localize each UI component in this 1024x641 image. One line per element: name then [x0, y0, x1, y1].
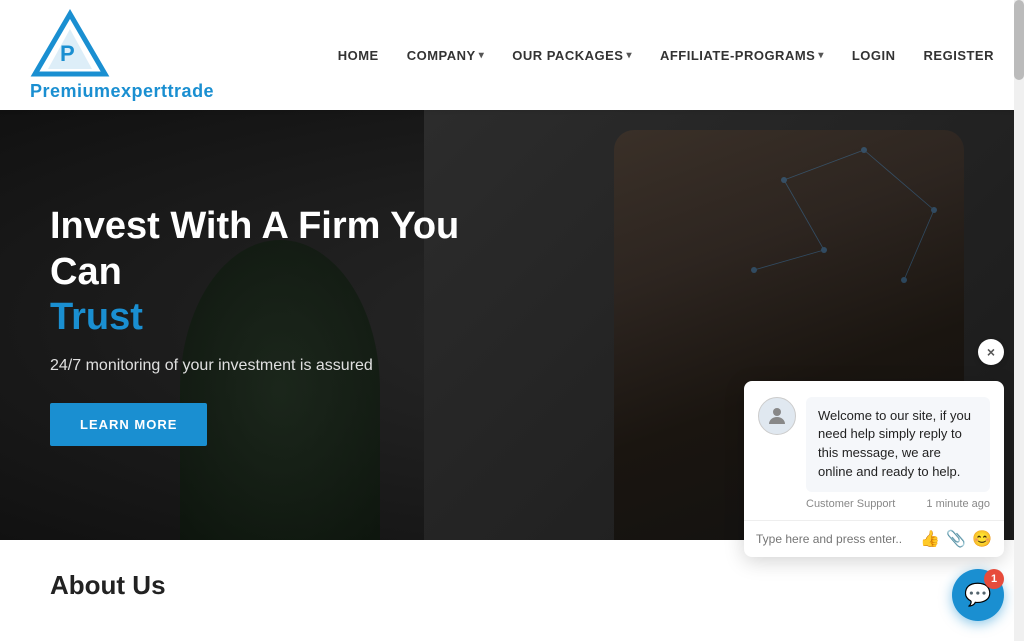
chat-time: 1 minute ago: [926, 498, 990, 510]
chat-meta: Customer Support 1 minute ago: [806, 498, 990, 510]
nav-item-company[interactable]: COMPANY ▾: [407, 48, 485, 63]
logo-icon: P: [30, 9, 110, 79]
chat-actions: 👍 📎 😊: [920, 529, 992, 549]
hero-title-line1: Invest With A Firm You Can: [50, 204, 510, 295]
chat-widget: × Welcome to our site, if you need help …: [744, 381, 1004, 621]
avatar: [758, 397, 796, 435]
chat-bubble-text: Welcome to our site, if you need help si…: [806, 397, 990, 492]
chat-input-area: 👍 📎 😊: [744, 520, 1004, 557]
chat-badge: 1: [984, 569, 1004, 589]
nav-item-register[interactable]: REGISTER: [924, 48, 994, 63]
chevron-down-icon: ▾: [626, 50, 632, 61]
nav-item-affiliate-programs[interactable]: AFFILIATE-PROGRAMS ▾: [660, 48, 824, 63]
chat-sender: Customer Support: [806, 498, 895, 510]
thumbs-up-icon[interactable]: 👍: [920, 529, 940, 549]
logo-text: Premiumexperttrade: [30, 81, 214, 102]
learn-more-button[interactable]: LEARN MORE: [50, 403, 207, 446]
scrollbar-thumb[interactable]: [1014, 0, 1024, 80]
chat-message-area: Welcome to our site, if you need help si…: [744, 381, 1004, 520]
chevron-down-icon: ▾: [818, 50, 824, 61]
svg-text:P: P: [60, 41, 75, 66]
chat-popup-wrapper: × Welcome to our site, if you need help …: [744, 381, 1004, 561]
chat-input[interactable]: [756, 532, 912, 546]
chat-close-button[interactable]: ×: [978, 339, 1004, 365]
main-nav: HOME COMPANY ▾ OUR PACKAGES ▾ AFFILIATE-…: [338, 48, 994, 63]
logo-area[interactable]: P Premiumexperttrade: [30, 9, 214, 102]
hero-content: Invest With A Firm You Can Trust 24/7 mo…: [0, 204, 560, 446]
nav-item-login[interactable]: LOGIN: [852, 48, 896, 63]
nav-item-home[interactable]: HOME: [338, 48, 379, 63]
chat-fab-button[interactable]: 💬 1: [952, 569, 1004, 621]
chat-bubble: Welcome to our site, if you need help si…: [806, 397, 990, 510]
nav-item-our-packages[interactable]: OUR PACKAGES ▾: [512, 48, 632, 63]
hero-title-line2: Trust: [50, 295, 510, 341]
hero-subtitle: 24/7 monitoring of your investment is as…: [50, 357, 510, 375]
page-scrollbar[interactable]: [1014, 0, 1024, 641]
chat-popup: Welcome to our site, if you need help si…: [744, 381, 1004, 557]
header: P Premiumexperttrade HOME COMPANY ▾ OUR …: [0, 0, 1024, 110]
emoji-icon[interactable]: 😊: [972, 529, 992, 549]
chevron-down-icon: ▾: [479, 50, 485, 61]
attachment-icon[interactable]: 📎: [946, 529, 966, 549]
